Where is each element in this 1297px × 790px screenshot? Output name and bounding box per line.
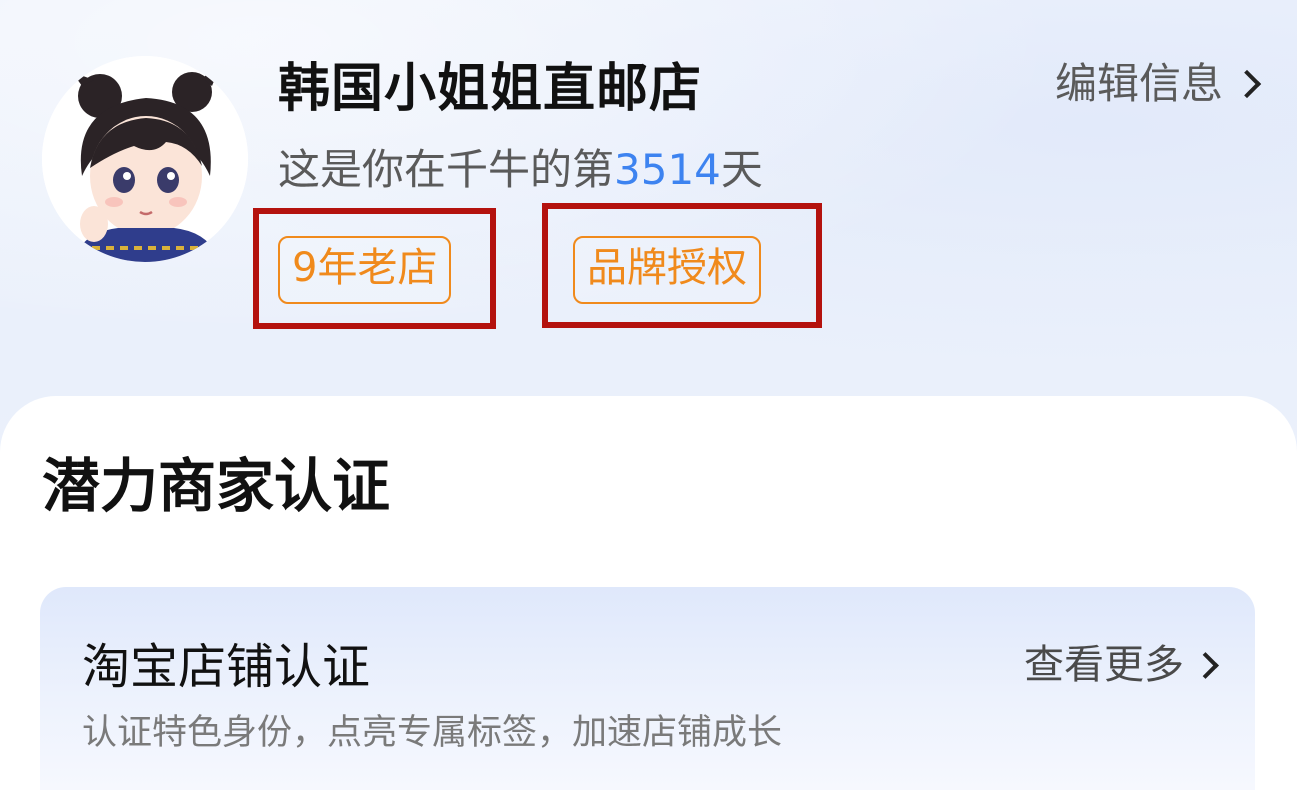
edit-info-link[interactable]: 编辑信息 — [1054, 56, 1262, 112]
shop-tag-brand-authorized: 品牌授权 — [573, 236, 761, 304]
days-prefix: 这是你在千牛的第 — [278, 145, 615, 194]
card-description: 认证特色身份，点亮专属标签，加速店铺成长 — [82, 713, 783, 753]
card-title: 淘宝店铺认证 — [82, 639, 371, 695]
cartoon-girl-avatar-icon — [42, 56, 248, 262]
edit-info-label: 编辑信息 — [1054, 59, 1223, 108]
chevron-right-icon — [1192, 651, 1219, 679]
chevron-right-icon — [1232, 69, 1262, 99]
certification-section: 潜力商家认证 淘宝店铺认证 认证特色身份，点亮专属标签，加速店铺成长 查看更多 — [0, 396, 1297, 790]
days-suffix: 天 — [720, 145, 763, 194]
avatar[interactable] — [42, 56, 248, 262]
days-on-platform: 这是你在千牛的第3514天 — [278, 142, 763, 198]
section-title: 潜力商家认证 — [42, 452, 391, 520]
profile-header: 韩国小姐姐直邮店 这是你在千牛的第3514天 编辑信息 9年老店 品牌授权 — [0, 0, 1297, 400]
taobao-certification-card[interactable]: 淘宝店铺认证 认证特色身份，点亮专属标签，加速店铺成长 查看更多 — [40, 587, 1255, 790]
shop-tag-old-store: 9年老店 — [278, 236, 452, 304]
view-more-label: 查看更多 — [1024, 642, 1184, 688]
shop-name: 韩国小姐姐直邮店 — [278, 59, 703, 119]
days-count: 3514 — [614, 145, 721, 194]
view-more-link[interactable]: 查看更多 — [1024, 637, 1219, 693]
